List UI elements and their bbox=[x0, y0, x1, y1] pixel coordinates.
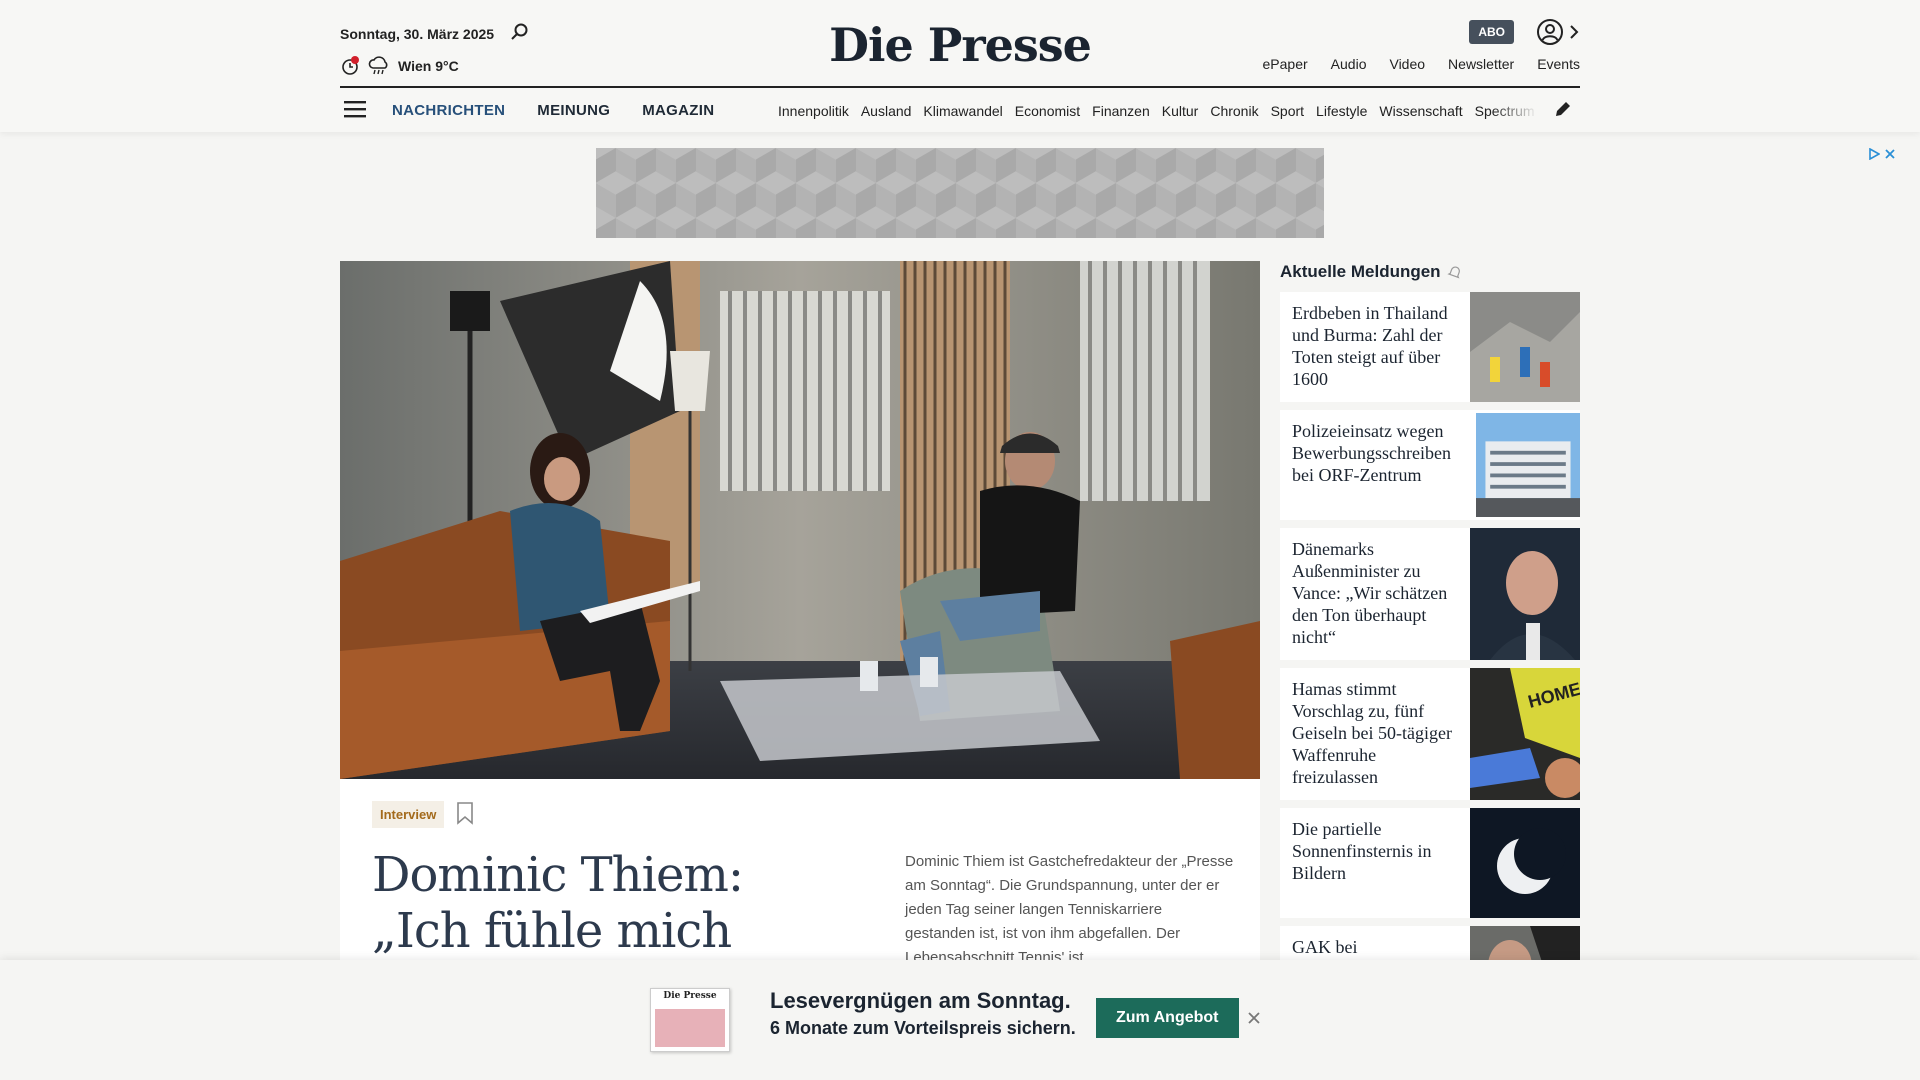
subnav-economist[interactable]: Economist bbox=[1015, 103, 1080, 119]
news-item-title[interactable]: Erdbeben in Thailand und Burma: Zahl der… bbox=[1280, 292, 1470, 402]
sidebar-title-label: Aktuelle Meldungen bbox=[1280, 262, 1441, 281]
section-meinung[interactable]: MEINUNG bbox=[537, 102, 610, 119]
subnav-spectrum[interactable]: Spectrum bbox=[1475, 103, 1535, 119]
topnav-events[interactable]: Events bbox=[1537, 56, 1580, 72]
subnav-sport[interactable]: Sport bbox=[1271, 103, 1304, 119]
news-thumbnail[interactable] bbox=[1470, 292, 1580, 402]
subnav-ausland[interactable]: Ausland bbox=[861, 103, 912, 119]
news-item-title[interactable]: Polizeieinsatz wegen Bewerbungsschreiben… bbox=[1280, 410, 1476, 520]
subnav-innenpolitik[interactable]: Innenpolitik bbox=[778, 103, 849, 119]
top-navigation: ePaper Audio Video Newsletter Events bbox=[1263, 56, 1580, 72]
interview-photo bbox=[340, 261, 1260, 779]
pencil-icon[interactable] bbox=[1554, 100, 1572, 118]
ressort-navigation: Innenpolitik Ausland Klimawandel Economi… bbox=[778, 103, 1538, 119]
news-item[interactable]: Erdbeben in Thailand und Burma: Zahl der… bbox=[1280, 292, 1580, 402]
abo-button[interactable]: ABO bbox=[1469, 20, 1514, 44]
bookmark-icon[interactable] bbox=[456, 801, 474, 825]
promo-offer-button[interactable]: Zum Angebot bbox=[1096, 998, 1239, 1038]
news-thumbnail[interactable]: HOME bbox=[1470, 668, 1580, 800]
section-magazin[interactable]: MAGAZIN bbox=[642, 102, 714, 119]
news-item[interactable]: Die partielle Sonnenfinsternis in Bilder… bbox=[1280, 808, 1580, 918]
header-divider bbox=[340, 86, 1580, 88]
user-account-icon[interactable] bbox=[1536, 18, 1564, 46]
adchoices-play-icon[interactable] bbox=[1868, 148, 1880, 160]
hamburger-menu-icon[interactable] bbox=[344, 100, 366, 118]
news-item-title[interactable]: Hamas stimmt Vorschlag zu, fünf Geiseln … bbox=[1280, 668, 1470, 800]
subnav-wissenschaft[interactable]: Wissenschaft bbox=[1379, 103, 1462, 119]
news-list: Erdbeben in Thailand und Burma: Zahl der… bbox=[1280, 292, 1580, 994]
topnav-newsletter[interactable]: Newsletter bbox=[1448, 56, 1514, 72]
close-icon[interactable] bbox=[1246, 1010, 1262, 1026]
article-hero-image[interactable] bbox=[340, 261, 1260, 779]
section-nachrichten[interactable]: NACHRICHTEN bbox=[392, 102, 505, 119]
topnav-epaper[interactable]: ePaper bbox=[1263, 56, 1308, 72]
chevron-right-icon[interactable] bbox=[1568, 22, 1580, 42]
ad-close-icon[interactable] bbox=[1884, 148, 1896, 160]
news-thumbnail[interactable] bbox=[1476, 410, 1580, 520]
topnav-audio[interactable]: Audio bbox=[1331, 56, 1367, 72]
cover-logo: Die Presse bbox=[663, 991, 717, 1001]
subnav-kultur[interactable]: Kultur bbox=[1162, 103, 1199, 119]
news-item[interactable]: Dänemarks Außenminister zu Vance: „Wir s… bbox=[1280, 528, 1580, 660]
notification-bell-icon[interactable] bbox=[1446, 264, 1463, 280]
news-item-title[interactable]: Die partielle Sonnenfinsternis in Bilder… bbox=[1280, 808, 1470, 918]
section-navigation: NACHRICHTEN MEINUNG MAGAZIN bbox=[392, 102, 714, 119]
subnav-finanzen[interactable]: Finanzen bbox=[1092, 103, 1150, 119]
news-item[interactable]: Hamas stimmt Vorschlag zu, fünf Geiseln … bbox=[1280, 668, 1580, 800]
topnav-video[interactable]: Video bbox=[1389, 56, 1425, 72]
article-category-tag[interactable]: Interview bbox=[372, 801, 445, 828]
news-thumbnail[interactable] bbox=[1470, 528, 1580, 660]
newspaper-cover-image: Die Presse bbox=[650, 988, 730, 1052]
ad-banner[interactable] bbox=[596, 148, 1324, 238]
news-item-title[interactable]: Dänemarks Außenminister zu Vance: „Wir s… bbox=[1280, 528, 1470, 660]
ad-choices[interactable] bbox=[1868, 148, 1896, 160]
article-lead: Dominic Thiem ist Gastchefredakteur der … bbox=[905, 853, 1234, 966]
sidebar-title: Aktuelle Meldungen bbox=[1280, 262, 1463, 282]
news-thumbnail[interactable] bbox=[1470, 808, 1580, 918]
subnav-lifestyle[interactable]: Lifestyle bbox=[1316, 103, 1367, 119]
promo-subtitle: 6 Monate zum Vorteilspreis sichern. bbox=[770, 1018, 1076, 1038]
site-header: Sonntag, 30. März 2025 Wien 9°C Die Pres… bbox=[0, 0, 1920, 132]
promo-title: Lesevergnügen am Sonntag. bbox=[770, 988, 1071, 1013]
cover-illustration bbox=[655, 1009, 725, 1047]
subscription-promo-bar: Die Presse Lesevergnügen am Sonntag. 6 M… bbox=[0, 960, 1920, 1080]
subnav-chronik[interactable]: Chronik bbox=[1210, 103, 1258, 119]
news-item[interactable]: Polizeieinsatz wegen Bewerbungsschreiben… bbox=[1280, 410, 1580, 520]
subnav-klimawandel[interactable]: Klimawandel bbox=[923, 103, 1002, 119]
